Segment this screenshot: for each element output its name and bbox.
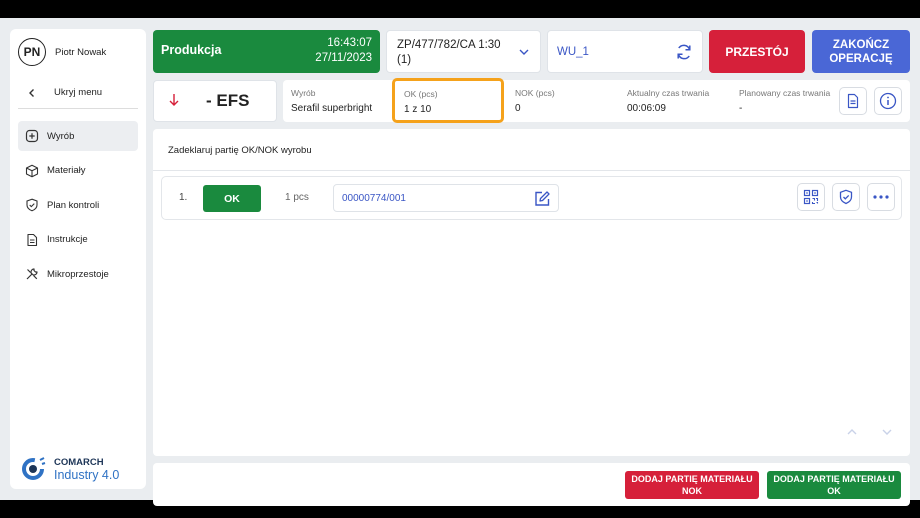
sidebar-item-plan-kontroli[interactable]: Plan kontroli <box>18 190 138 220</box>
order-value: ZP/477/782/CA 1:30 (1) <box>397 39 501 66</box>
edit-icon[interactable] <box>532 189 552 214</box>
batch-number: 00000774/001 <box>342 193 406 204</box>
row-index: 1. <box>179 192 188 203</box>
arrow-down-icon <box>168 93 180 110</box>
nok-field: NOK (pcs) 0 <box>515 88 555 114</box>
workstation-value: WU_1 <box>557 46 589 58</box>
order-select[interactable]: ZP/477/782/CA 1:30 (1) <box>386 30 541 73</box>
workstation-field[interactable]: WU_1 <box>547 30 703 73</box>
sidebar-item-instrukcje[interactable]: Instrukcje <box>18 225 138 255</box>
sidebar-item-mikroprzestoje[interactable]: Mikroprzestoje <box>18 259 138 289</box>
comarch-logo: COMARCH Industry 4.0 <box>20 456 119 482</box>
sidebar-nav: Wyrób Materiały Plan kontroli Instrukcje <box>18 121 138 294</box>
batch-number-field[interactable]: 00000774/001 <box>333 184 559 212</box>
quality-check-button[interactable] <box>832 183 860 211</box>
panel-title: Zadeklaruj partię OK/NOK wyrobu <box>168 145 312 156</box>
batch-declaration-panel: Zadeklaruj partię OK/NOK wyrobu 1. OK 1 … <box>153 129 910 456</box>
table-row: 1. OK 1 pcs 00000774/001 <box>161 176 902 220</box>
sidebar-item-label: Materiały <box>47 165 86 176</box>
production-status-panel: Produkcja 16:43:07 27/11/2023 <box>153 30 380 73</box>
row-quantity: 1 pcs <box>285 192 309 203</box>
current-duration-label: Aktualny czas trwania <box>627 88 710 98</box>
product-field: Wyrób Serafil superbright <box>291 88 372 114</box>
ok-status-button[interactable]: OK <box>203 185 261 212</box>
scroll-down-button[interactable] <box>874 419 900 445</box>
avatar[interactable]: PN <box>18 38 46 66</box>
divider <box>153 170 910 171</box>
nok-value: 0 <box>515 103 521 114</box>
app: PN Piotr Nowak Ukryj menu Wyrób Materiał… <box>0 18 920 506</box>
shield-check-icon <box>839 189 853 205</box>
production-status: Produkcja <box>161 43 222 57</box>
planned-duration-value: - <box>739 103 743 114</box>
add-ok-batch-button[interactable]: DODAJ PARTIĘ MATERIAŁU OK <box>767 471 901 499</box>
qr-code-button[interactable] <box>797 183 825 211</box>
document-icon <box>18 225 46 255</box>
info-button[interactable] <box>874 87 902 115</box>
plus-square-icon <box>18 121 46 151</box>
product-label: Wyrób <box>291 88 316 98</box>
sidebar-item-label: Wyrób <box>47 130 75 142</box>
add-nok-batch-button[interactable]: DODAJ PARTIĘ MATERIAŁU NOK <box>625 471 759 499</box>
hide-menu-label: Ukryj menu <box>54 87 103 98</box>
qr-code-icon <box>803 189 819 205</box>
operation-name: - EFS <box>206 91 250 110</box>
ok-count-field: OK (pcs) 1 z 10 <box>392 78 504 123</box>
more-options-button[interactable] <box>867 183 895 211</box>
shield-check-icon <box>18 190 46 220</box>
logo-line2: Industry 4.0 <box>54 468 120 482</box>
chevron-down-icon <box>882 429 892 435</box>
sidebar-item-materialy[interactable]: Materiały <box>18 156 138 186</box>
sidebar-item-label: Mikroprzestoje <box>47 268 109 280</box>
product-value: Serafil superbright <box>291 103 373 114</box>
ok-label: OK (pcs) <box>404 89 438 99</box>
info-icon <box>879 92 897 110</box>
more-horizontal-icon <box>873 195 889 199</box>
comarch-logo-icon <box>22 457 46 480</box>
sidebar-item-label: Plan kontroli <box>47 199 100 211</box>
hide-menu-button[interactable]: Ukryj menu <box>18 81 138 109</box>
clock-time: 16:43:07 <box>327 37 372 49</box>
planned-duration-label: Planowany czas trwania <box>739 88 831 98</box>
document-button[interactable] <box>839 87 867 115</box>
nok-label: NOK (pcs) <box>515 88 555 98</box>
scroll-up-button[interactable] <box>839 419 865 445</box>
sidebar: PN Piotr Nowak Ukryj menu Wyrób Materiał… <box>10 29 146 489</box>
downtime-button[interactable]: PRZESTÓJ <box>709 30 805 73</box>
planned-duration-field: Planowany czas trwania - <box>739 88 830 114</box>
user-profile[interactable]: PN Piotr Nowak <box>18 37 106 67</box>
document-icon <box>847 93 859 109</box>
refresh-icon[interactable] <box>674 42 694 67</box>
finish-operation-button[interactable]: ZAKOŃCZ OPERACJĘ <box>812 30 910 73</box>
chevron-left-icon <box>18 85 46 101</box>
ok-value: 1 z 10 <box>404 104 432 115</box>
chevron-down-icon <box>518 45 530 63</box>
current-duration-field: Aktualny czas trwania 00:06:09 <box>627 88 709 114</box>
sidebar-item-label: Instrukcje <box>47 234 88 245</box>
clock-date: 27/11/2023 <box>315 52 372 64</box>
sidebar-item-wyrob[interactable]: Wyrób <box>18 121 138 151</box>
chevron-up-icon <box>847 429 857 435</box>
box-icon <box>18 156 46 186</box>
operation-panel: - EFS <box>153 80 277 122</box>
current-duration-value: 00:06:09 <box>627 103 666 114</box>
tools-icon <box>18 259 46 289</box>
footer-bar: DODAJ PARTIĘ MATERIAŁU NOK DODAJ PARTIĘ … <box>153 463 910 506</box>
user-name: Piotr Nowak <box>55 46 107 58</box>
operation-info-bar: Wyrób Serafil superbright NOK (pcs) 0 Ak… <box>283 80 910 122</box>
